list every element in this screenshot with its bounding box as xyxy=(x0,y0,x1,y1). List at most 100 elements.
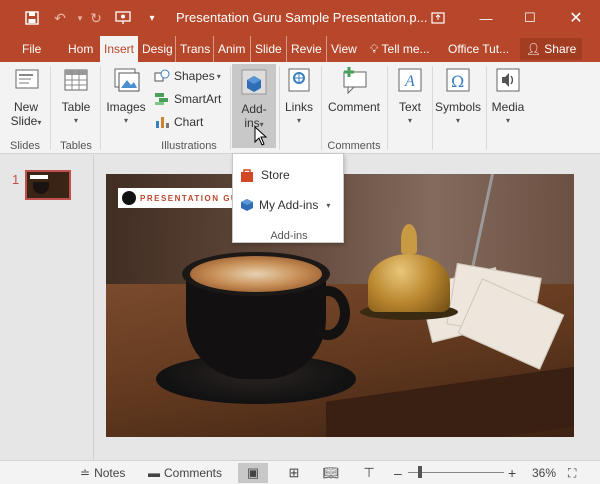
maximize-icon[interactable]: ☐ xyxy=(510,0,550,36)
tab-office-tutorials[interactable]: Office Tut... xyxy=(444,36,513,62)
table-button[interactable]: Table ▾ xyxy=(56,66,96,128)
tell-me-search[interactable]: 💡︎ Tell me... xyxy=(366,36,434,62)
symbols-button[interactable]: Ω Symbols ▾ xyxy=(434,66,482,128)
ribbon-display-options-icon[interactable] xyxy=(418,0,458,36)
zoom-slider-track[interactable] xyxy=(408,472,504,473)
share-label: Share xyxy=(544,42,577,56)
group-separator xyxy=(387,66,388,150)
group-separator xyxy=(230,66,231,150)
smartart-label: SmartArt xyxy=(174,92,222,106)
new-slide-button[interactable]: New Slide▾ xyxy=(6,66,46,130)
zoom-level[interactable]: 36% xyxy=(532,461,556,484)
redo-icon[interactable]: ↻ xyxy=(86,8,106,28)
tell-me-label: Tell me... xyxy=(381,42,430,56)
slide-thumbnail[interactable] xyxy=(25,170,71,200)
group-label-slides: Slides xyxy=(10,140,40,152)
new-comment-icon xyxy=(338,66,370,96)
table-label: Table xyxy=(61,100,91,114)
link-icon xyxy=(283,66,315,96)
smartart-button[interactable]: SmartArt xyxy=(154,89,221,109)
start-from-beginning-icon[interactable] xyxy=(113,8,133,28)
chevron-down-icon: ▾ xyxy=(296,116,301,125)
group-separator xyxy=(100,66,101,150)
store-label: Store xyxy=(261,168,290,182)
zoom-in-button[interactable]: + xyxy=(508,461,516,484)
addins-icon xyxy=(238,68,270,98)
cup-handle xyxy=(306,286,350,340)
group-separator xyxy=(486,66,487,150)
lightbulb-icon: 💡︎ xyxy=(370,42,379,56)
my-addins-label: My Add-ins xyxy=(259,198,319,212)
title-bar: ↶ ▾ ↻ ▾ Presentation Guru Sample Present… xyxy=(0,0,600,36)
fit-to-window-icon[interactable]: ⛶ xyxy=(568,461,576,484)
svg-text:A: A xyxy=(404,73,415,90)
text-box-icon: A xyxy=(394,66,426,96)
slide-sorter-icon[interactable]: ⊞ xyxy=(279,463,309,483)
shapes-button[interactable]: Shapes ▾ xyxy=(154,66,221,86)
images-button[interactable]: Images ▾ xyxy=(104,66,148,128)
slide-show-icon[interactable]: ⊤ xyxy=(354,463,384,483)
latte-art xyxy=(190,256,322,292)
comments-button[interactable]: ▬ Comments xyxy=(148,461,222,484)
new-slide-label-1: New xyxy=(13,100,38,114)
smartart-icon xyxy=(154,92,170,106)
my-addins-menu-item[interactable]: My Add-ins ▾ xyxy=(239,194,339,216)
person-icon: 👤︎ xyxy=(525,42,541,56)
text-button[interactable]: A Text ▾ xyxy=(392,66,428,128)
links-button[interactable]: Links ▾ xyxy=(282,66,316,128)
notes-button[interactable]: ≐ Notes xyxy=(80,461,125,484)
symbols-label: Symbols xyxy=(434,100,481,114)
images-label: Images xyxy=(106,100,146,114)
chevron-down-icon: ▾ xyxy=(37,118,42,127)
tab-transitions[interactable]: Trans xyxy=(175,36,214,62)
group-separator xyxy=(432,66,433,150)
tab-insert[interactable]: Insert xyxy=(100,36,139,63)
addins-label-1: Add- xyxy=(241,102,267,116)
tab-slide-show[interactable]: Slide xyxy=(250,36,286,62)
tab-file[interactable]: File xyxy=(18,36,45,62)
slide-number: 1 xyxy=(12,172,20,187)
addins-button[interactable]: Add- ins▾ xyxy=(232,64,276,148)
chevron-down-icon: ▾ xyxy=(123,116,128,125)
new-slide-label-2: Slide xyxy=(10,114,38,128)
presentation-guru-logo: PRESENTATION GU xyxy=(118,188,236,208)
mouse-cursor-icon xyxy=(254,125,268,149)
store-menu-item[interactable]: Store xyxy=(239,164,290,186)
chart-button[interactable]: Chart xyxy=(154,112,203,132)
chevron-down-icon: ▾ xyxy=(455,116,460,125)
minimize-icon[interactable]: — xyxy=(466,0,506,36)
close-icon[interactable]: ✕ xyxy=(556,0,596,36)
omega-icon: Ω xyxy=(442,66,474,96)
save-icon[interactable] xyxy=(22,8,42,28)
comment-label: Comment xyxy=(327,100,380,114)
normal-view-icon[interactable]: ▣ xyxy=(238,463,268,483)
tab-view[interactable]: View xyxy=(326,36,361,62)
shapes-icon xyxy=(154,69,170,83)
group-label-addins: Add-ins xyxy=(270,230,308,242)
tab-review[interactable]: Revie xyxy=(286,36,326,62)
slide-thumbnail-pane xyxy=(0,155,94,460)
chart-label: Chart xyxy=(174,115,204,129)
speaker-icon xyxy=(492,66,524,96)
logo-text: PRESENTATION GU xyxy=(140,193,236,203)
undo-icon[interactable]: ↶ xyxy=(50,8,70,28)
bell-knob xyxy=(401,224,417,254)
shapes-label: Shapes xyxy=(174,69,215,83)
addins-dropdown: Store My Add-ins ▾ Add-ins xyxy=(232,153,344,243)
group-label-illustrations: Illustrations xyxy=(161,140,217,152)
comment-button[interactable]: Comment xyxy=(324,66,384,114)
notes-label: Notes xyxy=(94,466,126,480)
reading-view-icon[interactable]: 📖︎ xyxy=(316,463,346,483)
tab-home[interactable]: Hom xyxy=(64,36,97,62)
tab-animations[interactable]: Anim xyxy=(213,36,249,62)
chevron-down-icon[interactable]: ▾ xyxy=(326,201,330,210)
tab-design[interactable]: Desig xyxy=(138,36,177,62)
share-button[interactable]: 👤︎ Share xyxy=(520,38,582,60)
comments-icon: ▬ xyxy=(148,466,160,480)
ribbon-insert: New Slide▾ Slides Table ▾ Tables Images … xyxy=(0,62,600,154)
zoom-out-button[interactable]: – xyxy=(394,461,402,484)
zoom-slider-handle[interactable] xyxy=(418,466,422,478)
customize-toolbar-icon[interactable]: ▾ xyxy=(142,8,162,28)
thumbnail-logo xyxy=(30,175,48,179)
media-button[interactable]: Media ▾ xyxy=(488,66,528,128)
